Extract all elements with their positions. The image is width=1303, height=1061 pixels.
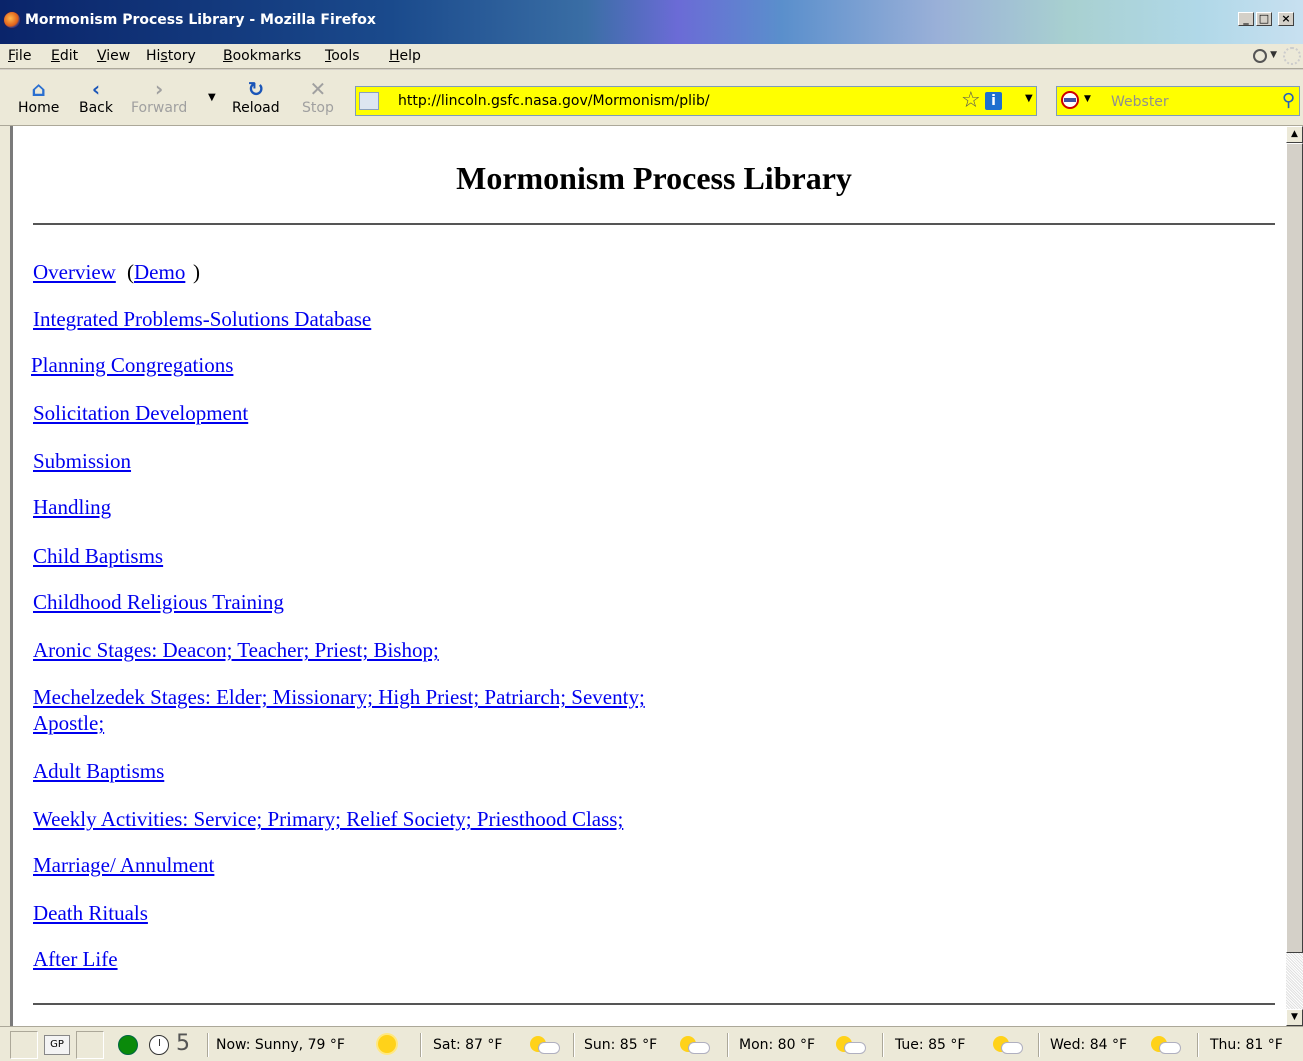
link-marriage-annulment[interactable]: Marriage/ Annulment <box>33 853 214 878</box>
partly-cloudy-icon <box>836 1036 866 1054</box>
minimize-button[interactable]: _ <box>1238 12 1254 26</box>
scrollbar-track[interactable] <box>1286 953 1303 1009</box>
partly-cloudy-icon <box>680 1036 710 1054</box>
menu-tools[interactable]: Tools <box>325 48 360 64</box>
link-after-life[interactable]: After Life <box>33 947 118 972</box>
link-weekly-activities[interactable]: Weekly Activities: Service; Primary; Rel… <box>33 807 623 832</box>
menu-help[interactable]: Help <box>389 48 421 64</box>
vertical-scrollbar[interactable]: ▲ ▼ <box>1286 126 1303 1026</box>
link-handling[interactable]: Handling <box>33 495 111 520</box>
stop-x-icon: ✕ <box>309 77 327 101</box>
window-title: Mormonism Process Library - Mozilla Fire… <box>25 12 376 28</box>
clock-icon[interactable] <box>149 1035 169 1055</box>
sunny-icon <box>378 1035 396 1053</box>
status-separator <box>727 1033 729 1057</box>
link-integrated-database[interactable]: Integrated Problems-Solutions Database <box>33 307 371 332</box>
link-aronic-stages[interactable]: Aronic Stages: Deacon; Teacher; Priest; … <box>33 638 439 663</box>
scroll-up-arrow-icon[interactable]: ▲ <box>1286 126 1303 143</box>
status-green-icon[interactable] <box>118 1035 138 1055</box>
weather-forecast-day[interactable]: Wed: 84 °F <box>1050 1037 1127 1053</box>
partly-cloudy-icon <box>993 1036 1023 1054</box>
menu-history[interactable]: History <box>146 48 196 64</box>
link-overview[interactable]: Overview <box>33 260 116 285</box>
link-submission[interactable]: Submission <box>33 449 131 474</box>
reload-button[interactable]: ↻ Reload <box>232 78 280 116</box>
menu-bar: File Edit View History Bookmarks Tools H… <box>0 44 1303 69</box>
menu-bookmarks[interactable]: Bookmarks <box>223 48 301 64</box>
status-separator <box>882 1033 884 1057</box>
home-button[interactable]: ⌂ Home <box>18 78 59 116</box>
maximize-button[interactable]: □ <box>1256 12 1272 26</box>
weather-now[interactable]: Now: Sunny, 79 °F <box>216 1037 345 1053</box>
link-solicitation-development[interactable]: Solicitation Development <box>33 401 248 426</box>
link-child-baptisms[interactable]: Child Baptisms <box>33 544 163 569</box>
weather-forecast-day[interactable]: Thu: 81 °F <box>1210 1037 1283 1053</box>
status-bar: GP 5 Now: Sunny, 79 °F Sat: 87 °F Sun: 8… <box>0 1026 1303 1061</box>
search-box[interactable]: ▼ Webster ⚲ <box>1056 86 1300 116</box>
search-engine-dropdown-icon[interactable]: ▼ <box>1084 94 1091 104</box>
status-counter[interactable]: 5 <box>176 1031 190 1056</box>
back-button[interactable]: ‹ Back <box>79 78 113 116</box>
back-arrow-icon: ‹ <box>91 77 101 101</box>
home-icon: ⌂ <box>31 77 46 101</box>
menu-view[interactable]: View <box>97 48 130 64</box>
url-text[interactable]: http://lincoln.gsfc.nasa.gov/Mormonism/p… <box>398 93 710 109</box>
status-separator <box>207 1033 209 1057</box>
link-demo[interactable]: Demo <box>134 260 185 285</box>
link-mechelzedek-stages-cont[interactable]: Apostle; <box>33 711 104 736</box>
link-planning-congregations[interactable]: Planning Congregations <box>31 353 233 378</box>
address-bar[interactable]: http://lincoln.gsfc.nasa.gov/Mormonism/p… <box>355 86 1037 116</box>
partly-cloudy-icon <box>530 1036 560 1054</box>
paren-open: ( <box>127 260 134 284</box>
sidebar-splitter[interactable]: ▶ ▶ <box>0 126 16 1026</box>
link-death-rituals[interactable]: Death Rituals <box>33 901 148 926</box>
page-info-icon[interactable]: i <box>985 92 1002 110</box>
menu-file[interactable]: File <box>8 48 31 64</box>
throbber-dropdown-icon[interactable]: ▼ <box>1270 50 1277 60</box>
window-titlebar[interactable]: Mormonism Process Library - Mozilla Fire… <box>0 0 1303 44</box>
page-title: Mormonism Process Library <box>456 160 852 196</box>
paren-close: ) <box>193 260 200 284</box>
scrollbar-thumb[interactable] <box>1286 143 1303 953</box>
scroll-down-arrow-icon[interactable]: ▼ <box>1286 1009 1303 1026</box>
status-separator <box>1038 1033 1040 1057</box>
search-go-icon[interactable]: ⚲ <box>1282 90 1295 111</box>
status-separator <box>573 1033 575 1057</box>
top-divider <box>33 223 1275 225</box>
site-favicon-icon <box>359 92 379 110</box>
weather-forecast-day[interactable]: Mon: 80 °F <box>739 1037 815 1053</box>
forward-arrow-icon: › <box>155 77 164 101</box>
weather-forecast-day[interactable]: Sat: 87 °F <box>433 1037 502 1053</box>
link-adult-baptisms[interactable]: Adult Baptisms <box>33 759 164 784</box>
bookmark-star-icon[interactable]: ☆ <box>961 89 981 113</box>
gp-button[interactable]: GP <box>44 1035 70 1055</box>
forward-button[interactable]: › Forward <box>131 78 187 116</box>
menu-edit[interactable]: Edit <box>51 48 78 64</box>
status-separator <box>420 1033 422 1057</box>
search-input[interactable]: Webster <box>1111 94 1169 110</box>
close-button[interactable]: × <box>1278 12 1294 26</box>
status-separator <box>1197 1033 1199 1057</box>
link-mechelzedek-stages[interactable]: Mechelzedek Stages: Elder; Missionary; H… <box>33 685 645 710</box>
search-engine-icon[interactable] <box>1061 91 1079 109</box>
weather-forecast-day[interactable]: Sun: 85 °F <box>584 1037 657 1053</box>
status-cell <box>76 1031 104 1059</box>
url-history-dropdown-icon[interactable]: ▼ <box>1025 93 1033 104</box>
link-childhood-religious-training[interactable]: Childhood Religious Training <box>33 590 284 615</box>
idle-indicator-icon <box>1283 47 1301 65</box>
bottom-divider <box>33 1003 1275 1005</box>
history-dropdown-icon[interactable]: ▼ <box>208 92 216 103</box>
activity-throbber-icon[interactable] <box>1253 49 1267 63</box>
reload-icon: ↻ <box>247 77 265 101</box>
stop-button[interactable]: ✕ Stop <box>302 78 334 116</box>
status-cell <box>10 1031 38 1059</box>
partly-cloudy-icon <box>1151 1036 1181 1054</box>
content-area <box>10 126 1303 1026</box>
weather-forecast-day[interactable]: Tue: 85 °F <box>895 1037 965 1053</box>
firefox-logo-icon <box>3 11 21 29</box>
